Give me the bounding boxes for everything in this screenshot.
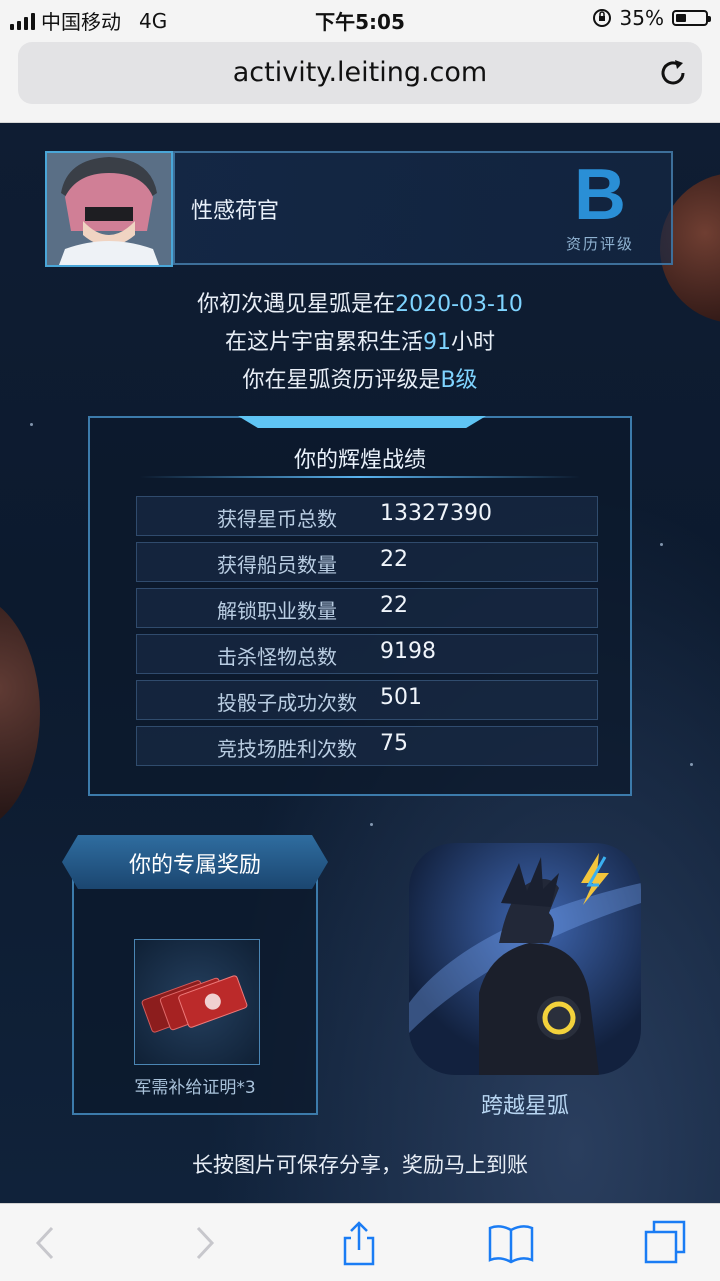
star-decoration <box>690 763 693 766</box>
summary-text-part: 你在星弧资历评级是 <box>242 368 441 393</box>
record-divider <box>140 476 580 478</box>
grade-label: 资历评级 <box>565 235 634 253</box>
book-icon[interactable] <box>486 1218 536 1268</box>
star-decoration <box>30 423 33 426</box>
record-row: 击杀怪物总数 9198 <box>136 634 598 674</box>
reward-panel: 军需补给证明*3 你的专属奖励 <box>62 835 328 1115</box>
avatar-portrait-icon <box>47 153 171 265</box>
browser-header: activity.leiting.com <box>0 36 720 123</box>
player-name: 性感荷官 <box>191 199 280 224</box>
record-row: 获得船员数量 22 <box>136 542 598 582</box>
summary-grade: B级 <box>440 368 478 393</box>
record-value: 9198 <box>380 639 436 664</box>
grade-badge: B 资历评级 <box>555 151 645 254</box>
share-icon[interactable] <box>334 1218 384 1268</box>
first-date: 2020-03-10 <box>395 292 523 317</box>
activity-page: 性感荷官 B 资历评级 你初次遇见星弧是在2020-03-10 在这片宇宙累积生… <box>0 123 720 1203</box>
star-decoration <box>370 823 373 826</box>
status-bar: 中国移动 4G 下午5:05 35% <box>0 0 720 36</box>
supply-card-icon <box>141 975 248 1033</box>
reward-item-label: 军需补给证明*3 <box>134 1078 256 1098</box>
battery-icon <box>672 10 711 26</box>
avatar <box>45 151 173 267</box>
record-label: 获得星币总数 <box>217 507 337 531</box>
url-text: activity.leiting.com <box>232 57 488 88</box>
record-label: 获得船员数量 <box>217 553 337 577</box>
status-right: 35% <box>592 6 711 30</box>
grade-letter: B <box>574 155 626 235</box>
record-row: 获得星币总数 13327390 <box>136 496 598 536</box>
reward-box: 军需补给证明*3 <box>72 877 318 1115</box>
app-name[interactable]: 跨越星弧 <box>409 1088 641 1120</box>
record-panel-tab <box>238 416 486 428</box>
reload-icon[interactable] <box>656 56 690 90</box>
tabs-icon[interactable] <box>640 1218 690 1268</box>
browser-toolbar <box>0 1203 720 1281</box>
reward-title: 你的专属奖励 <box>128 853 261 878</box>
summary-text: 你初次遇见星弧是在2020-03-10 在这片宇宙累积生活91小时 你在星弧资历… <box>0 286 720 400</box>
record-value: 13327390 <box>380 501 492 526</box>
summary-text-part: 小时 <box>451 330 496 355</box>
summary-text-part: 在这片宇宙累积生活 <box>224 330 423 355</box>
chevron-right-icon[interactable] <box>180 1218 230 1268</box>
record-label: 竞技场胜利次数 <box>217 737 357 761</box>
address-bar[interactable]: activity.leiting.com <box>18 42 702 104</box>
record-row: 竞技场胜利次数 75 <box>136 726 598 766</box>
profile-card: 性感荷官 B 资历评级 <box>45 151 675 267</box>
star-decoration <box>660 543 663 546</box>
battery-percent: 35% <box>619 6 664 30</box>
record-label: 击杀怪物总数 <box>217 645 337 669</box>
app-icon[interactable] <box>409 843 641 1075</box>
summary-text-part: 你初次遇见星弧是在 <box>197 292 396 317</box>
record-label: 投骰子成功次数 <box>217 691 357 715</box>
summary-line-1: 你初次遇见星弧是在2020-03-10 <box>0 286 720 324</box>
rotation-lock-icon <box>592 9 611 27</box>
record-row: 投骰子成功次数 501 <box>136 680 598 720</box>
summary-line-2: 在这片宇宙累积生活91小时 <box>0 324 720 362</box>
record-label: 解锁职业数量 <box>217 599 337 623</box>
record-title: 你的辉煌战绩 <box>293 448 426 473</box>
planet-decoration <box>0 593 40 833</box>
save-share-hint: 长按图片可保存分享，奖励马上到账 <box>192 1153 528 1177</box>
record-panel: 你的辉煌战绩 获得星币总数 13327390 获得船员数量 22 解锁职业数量 22 … <box>88 416 632 796</box>
game-hero-icon <box>409 853 641 1075</box>
chevron-left-icon[interactable] <box>20 1218 70 1268</box>
record-value: 75 <box>380 731 408 756</box>
record-value: 22 <box>380 547 408 572</box>
record-value: 501 <box>380 685 422 710</box>
record-value: 22 <box>380 593 408 618</box>
record-row: 解锁职业数量 22 <box>136 588 598 628</box>
summary-line-3: 你在星弧资历评级是B级 <box>0 362 720 400</box>
play-hours: 91 <box>423 330 451 355</box>
reward-item <box>134 939 260 1065</box>
